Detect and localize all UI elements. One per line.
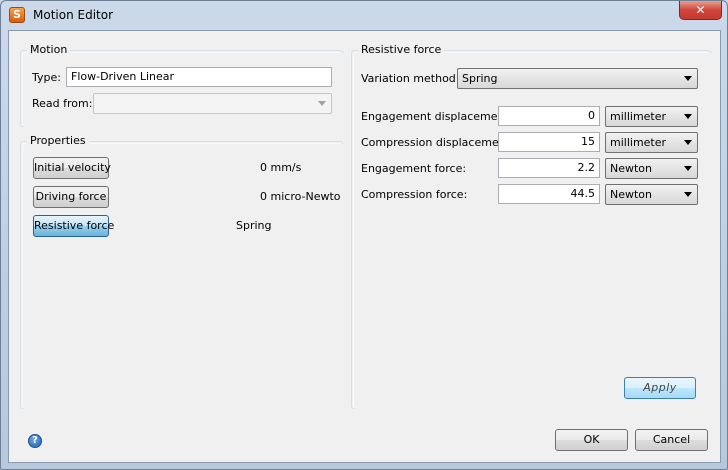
apply-button-label: Apply: [643, 381, 677, 394]
engagement-force-input[interactable]: 2.2: [498, 158, 600, 178]
compression-force-input[interactable]: 44.5: [498, 184, 600, 204]
compression-force-unit: Newton: [610, 188, 653, 201]
initial-velocity-value: 0 mm/s: [260, 161, 302, 174]
compression-displacement-input[interactable]: 15: [498, 132, 600, 152]
resistive-force-value: Spring: [236, 219, 272, 232]
type-label: Type:: [32, 71, 61, 84]
compression-displacement-unit: millimeter: [610, 136, 667, 149]
engagement-displacement-label: Engagement displacement:: [361, 110, 513, 123]
properties-group: Properties Initial velocity 0 mm/s Drivi…: [20, 134, 343, 409]
title-bar[interactable]: S Motion Editor ✕: [1, 1, 727, 29]
compression-force-unit-select[interactable]: Newton: [605, 184, 698, 205]
read-from-select[interactable]: [93, 93, 332, 114]
apply-button[interactable]: Apply: [624, 377, 696, 399]
chevron-down-icon: [684, 192, 692, 197]
dialog-client-area: Motion Type: Flow-Driven Linear Read fro…: [8, 30, 721, 463]
compression-displacement-unit-select[interactable]: millimeter: [605, 132, 698, 153]
driving-force-value: 0 micro-Newto: [260, 190, 341, 203]
variation-method-label: Variation method:: [361, 72, 460, 85]
engagement-displacement-unit: millimeter: [610, 110, 667, 123]
close-button[interactable]: ✕: [679, 1, 722, 20]
variation-method-select[interactable]: Spring: [457, 68, 698, 89]
chevron-down-icon: [684, 76, 692, 81]
engagement-displacement-unit-select[interactable]: millimeter: [605, 106, 698, 127]
resistive-force-group: Resistive force Variation method: Spring…: [351, 43, 711, 409]
resistive-force-group-title: Resistive force: [358, 43, 445, 56]
type-field[interactable]: Flow-Driven Linear: [66, 67, 332, 87]
motion-editor-window: S Motion Editor ✕ Motion Type: Flow-Driv…: [0, 0, 728, 470]
motion-group-title: Motion: [27, 43, 71, 56]
initial-velocity-button[interactable]: Initial velocity: [33, 157, 111, 179]
motion-group: Motion Type: Flow-Driven Linear Read fro…: [20, 43, 343, 127]
window-title: Motion Editor: [33, 8, 114, 22]
chevron-down-icon: [684, 114, 692, 119]
engagement-force-unit-select[interactable]: Newton: [605, 158, 698, 179]
compression-displacement-label: Compression displacement:: [361, 136, 514, 149]
properties-group-title: Properties: [27, 134, 89, 147]
driving-force-button[interactable]: Driving force: [33, 186, 109, 208]
engagement-force-unit: Newton: [610, 162, 653, 175]
ok-button[interactable]: OK: [555, 429, 628, 451]
cancel-button[interactable]: Cancel: [635, 429, 708, 451]
compression-force-label: Compression force:: [361, 188, 468, 201]
app-icon: S: [9, 7, 25, 23]
engagement-force-label: Engagement force:: [361, 162, 467, 175]
chevron-down-icon: [684, 166, 692, 171]
read-from-label: Read from:: [32, 97, 93, 110]
variation-method-value: Spring: [462, 72, 498, 85]
close-icon: ✕: [695, 3, 706, 17]
chevron-down-icon: [684, 140, 692, 145]
resistive-force-button[interactable]: Resistive force: [33, 215, 114, 237]
chevron-down-icon: [318, 101, 326, 106]
engagement-displacement-input[interactable]: 0: [498, 106, 600, 126]
help-icon[interactable]: ?: [28, 434, 42, 448]
